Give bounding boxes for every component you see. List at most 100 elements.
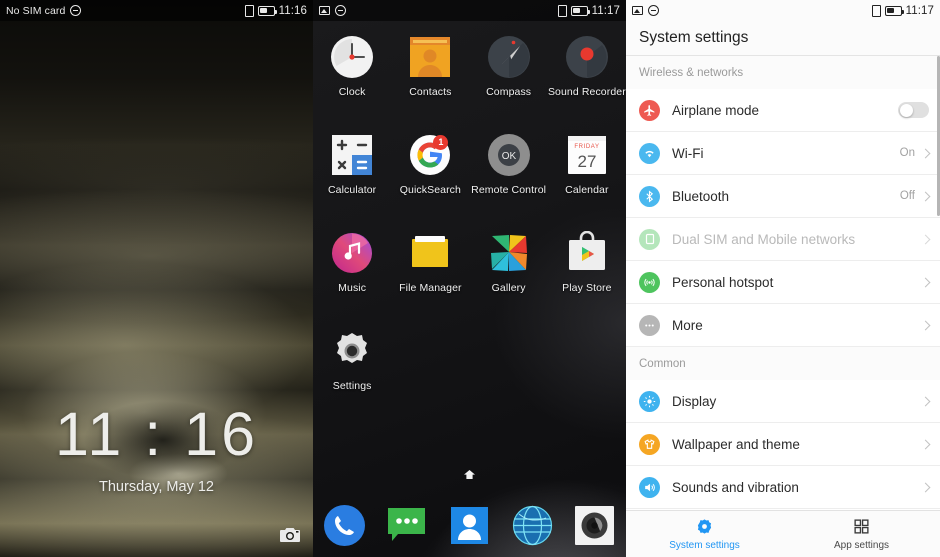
- dock: [313, 505, 626, 546]
- clock-icon: [330, 35, 374, 79]
- grid-icon: [853, 518, 870, 536]
- settings-row-dual-sim: Dual SIM and Mobile networks: [626, 218, 940, 261]
- app-drawer-panel: 11:17 Clock Contacts Compass Sound Recor…: [313, 0, 626, 557]
- calculator-icon: [330, 133, 374, 177]
- browser-icon[interactable]: [512, 505, 553, 546]
- three-panel-screenshot: No SIM card 11:16 11 : 16 Thursday, May …: [0, 0, 940, 557]
- app-icon-settings[interactable]: Settings: [313, 323, 391, 411]
- app-icon-remote-control[interactable]: OK Remote Control: [470, 127, 548, 215]
- svg-text:OK: OK: [501, 151, 516, 162]
- settings-row-more[interactable]: More: [626, 304, 940, 347]
- file-manager-icon: [408, 231, 452, 275]
- music-icon: [330, 231, 374, 275]
- messaging-icon[interactable]: [386, 505, 427, 546]
- row-label: Wi-Fi: [672, 145, 704, 161]
- svg-text:27: 27: [577, 152, 596, 171]
- row-label: Wallpaper and theme: [672, 436, 800, 452]
- status-time: 11:16: [278, 4, 307, 17]
- tab-label: App settings: [833, 539, 890, 551]
- row-value: Off: [899, 190, 915, 202]
- lock-screen-panel: No SIM card 11:16 11 : 16 Thursday, May …: [0, 0, 313, 557]
- settings-row-wallpaper-theme[interactable]: Wallpaper and theme: [626, 423, 940, 466]
- people-icon[interactable]: [449, 505, 490, 546]
- lock-screen-wallpaper: [0, 0, 313, 557]
- drawer-status-bar: 11:17: [313, 0, 626, 21]
- app-icon-gallery[interactable]: Gallery: [470, 225, 548, 313]
- app-icon-calendar[interactable]: FRIDAY 27 Calendar: [548, 127, 626, 215]
- camera-icon[interactable]: [277, 524, 303, 546]
- chevron-right-icon: [920, 439, 931, 449]
- app-label: Settings: [332, 380, 372, 392]
- camera-app-icon[interactable]: [574, 505, 615, 546]
- app-label: Calendar: [565, 184, 609, 196]
- screenshot-image-icon: [319, 6, 330, 15]
- gear-icon: [696, 518, 713, 536]
- no-alerts-circle-icon: [70, 5, 82, 16]
- lock-clock: 11 : 16: [54, 400, 259, 468]
- google-icon: 1: [408, 133, 452, 177]
- app-icon-file-manager[interactable]: File Manager: [391, 225, 469, 313]
- app-icon-music[interactable]: Music: [313, 225, 391, 313]
- chevron-right-icon: [920, 148, 931, 158]
- app-label: Music: [338, 282, 367, 294]
- app-icon-contacts[interactable]: Contacts: [391, 29, 469, 117]
- tshirt-icon: [639, 433, 660, 455]
- system-settings-panel: 11:17 System settings Wireless & network…: [626, 0, 940, 557]
- carrier-label: No SIM card: [6, 4, 66, 17]
- section-header-common: Common: [626, 347, 940, 380]
- chevron-right-icon: [920, 396, 931, 406]
- app-label: File Manager: [399, 282, 462, 294]
- no-alerts-circle-icon: [648, 5, 659, 16]
- bottom-tab-bar: System settings App settings: [626, 510, 940, 557]
- airplane-mode-toggle[interactable]: [898, 102, 929, 118]
- wifi-icon: [639, 142, 660, 164]
- app-icon-calculator[interactable]: Calculator: [313, 127, 391, 215]
- title-divider: [626, 55, 940, 56]
- tab-label: System settings: [669, 539, 740, 551]
- status-time: 11:17: [905, 4, 934, 17]
- tab-app-settings[interactable]: App settings: [783, 511, 940, 557]
- chevron-right-icon: [920, 482, 931, 492]
- settings-row-personal-hotspot[interactable]: Personal hotspot: [626, 261, 940, 304]
- settings-status-bar: 11:17: [626, 0, 940, 21]
- app-icon-clock[interactable]: Clock: [313, 29, 391, 117]
- settings-row-wifi[interactable]: Wi-Fi On: [626, 132, 940, 175]
- remote-control-icon: OK: [487, 133, 531, 177]
- hotspot-icon: [639, 271, 660, 293]
- tab-system-settings[interactable]: System settings: [626, 511, 783, 557]
- screenshot-icon: [871, 4, 881, 17]
- section-header-wireless: Wireless & networks: [626, 56, 940, 89]
- airplane-icon: [639, 99, 660, 121]
- battery-icon: [570, 5, 590, 16]
- phone-icon[interactable]: [323, 505, 365, 546]
- more-dots-icon: [639, 314, 660, 336]
- app-label: Play Store: [562, 282, 612, 294]
- contacts-icon: [408, 35, 452, 79]
- compass-icon: [487, 35, 531, 79]
- app-icon-play-store[interactable]: Play Store: [548, 225, 626, 313]
- battery-icon: [257, 5, 277, 16]
- app-icon-sound-recorder[interactable]: Sound Recorder: [548, 29, 626, 117]
- settings-row-airplane-mode[interactable]: Airplane mode: [626, 89, 940, 132]
- app-icon-quicksearch[interactable]: 1 QuickSearch: [391, 127, 469, 215]
- row-label: Personal hotspot: [672, 274, 774, 290]
- chevron-right-icon: [920, 234, 931, 244]
- app-label: Sound Recorder: [547, 86, 626, 98]
- lock-date: Thursday, May 12: [99, 479, 214, 495]
- settings-list[interactable]: Wireless & networks Airplane mode Wi-Fi …: [626, 56, 940, 510]
- screenshot-icon: [557, 4, 567, 17]
- row-label: More: [672, 317, 703, 333]
- home-indicator-icon: [313, 470, 626, 482]
- no-alerts-circle-icon: [335, 5, 346, 16]
- app-label: Remote Control: [471, 184, 547, 196]
- app-label: Gallery: [491, 282, 526, 294]
- page-title: System settings: [626, 21, 940, 55]
- app-icon-compass[interactable]: Compass: [470, 29, 548, 117]
- sound-recorder-icon: [565, 35, 609, 79]
- chevron-right-icon: [920, 191, 931, 201]
- row-value: On: [899, 147, 915, 159]
- settings-row-sounds-vibration[interactable]: Sounds and vibration: [626, 466, 940, 509]
- settings-row-display[interactable]: Display: [626, 380, 940, 423]
- screenshot-image-icon: [632, 6, 643, 15]
- settings-row-bluetooth[interactable]: Bluetooth Off: [626, 175, 940, 218]
